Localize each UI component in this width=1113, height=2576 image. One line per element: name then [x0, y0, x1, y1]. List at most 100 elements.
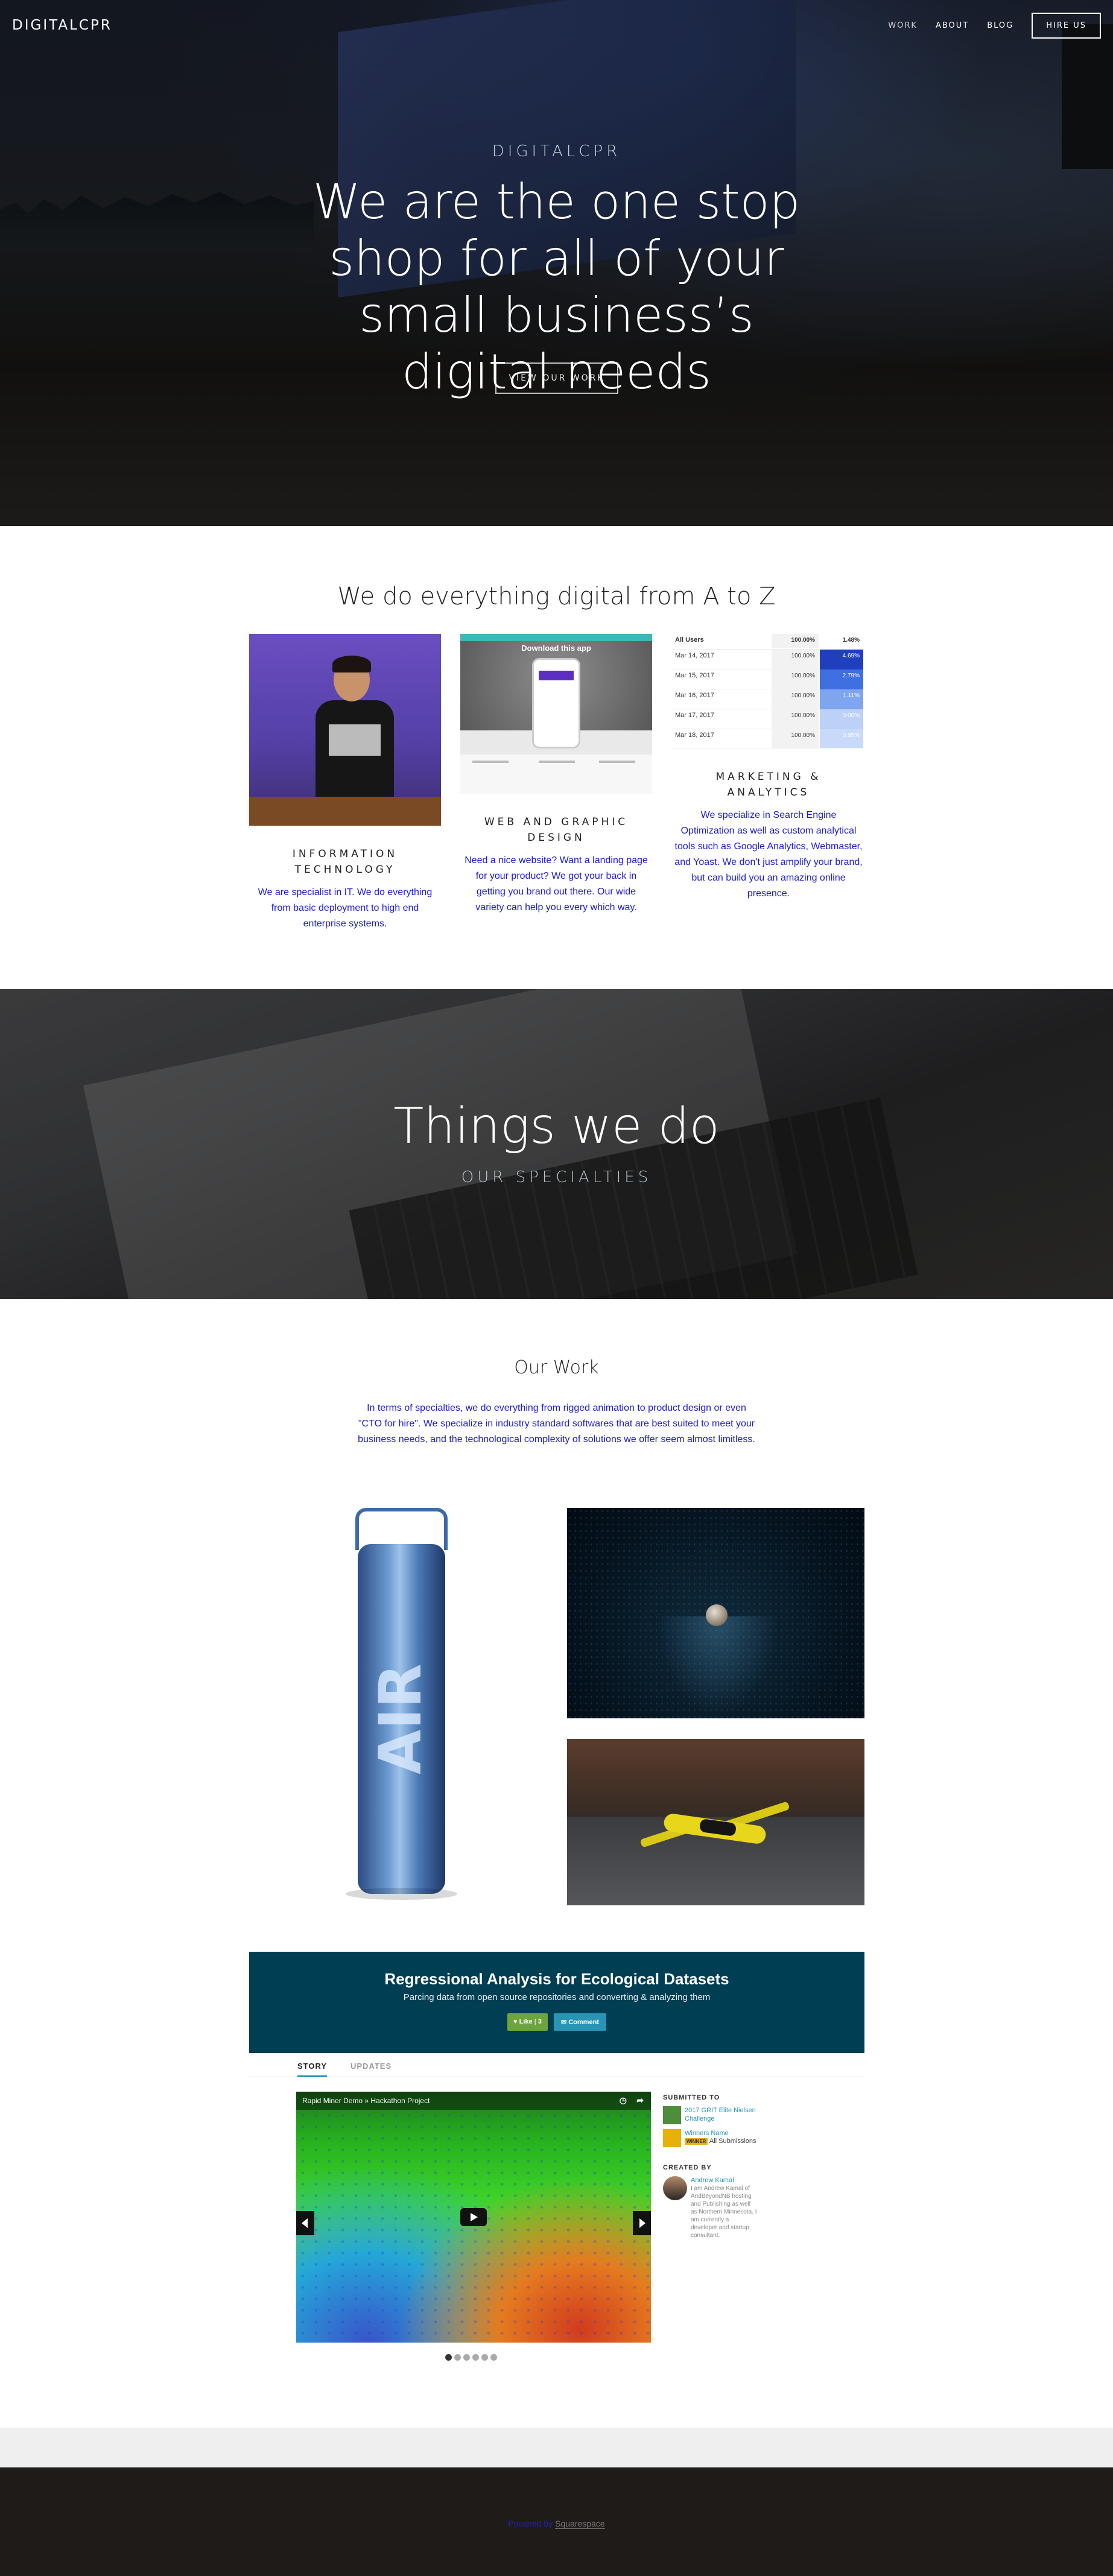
analytics-header-pct: 100.00% [772, 634, 819, 648]
video-title: Rapid Miner Demo » Hackathon Project [302, 2097, 430, 2105]
submission-item[interactable]: 2017 GRIT Elite Nielsen Challenge [663, 2106, 784, 2124]
service-marketing-text: We specialize in Search Engine Optimizat… [674, 810, 863, 899]
hire-us-button[interactable]: HIRE US [1032, 12, 1101, 39]
view-our-work-button[interactable]: VIEW OUR WORK [495, 362, 618, 394]
pager-dot[interactable] [490, 2354, 497, 2361]
analytics-row-pct: 100.00% [772, 709, 819, 729]
drone-render [639, 1801, 790, 1853]
analytics-header-val: 1.48% [842, 637, 860, 644]
analytics-row-value: 1.11% [820, 689, 863, 709]
analytics-row-date: Mar 17, 2017 [675, 712, 714, 719]
service-web: Download this app WEB AND GRAPHIC DESIGN… [460, 634, 652, 916]
speaker-hair [332, 656, 371, 672]
comment-button[interactable]: ✉ Comment [553, 2013, 606, 2031]
analytics-row: Mar 15, 2017 100.00% 2.79% [673, 669, 864, 689]
nav-about[interactable]: ABOUT [936, 21, 969, 30]
like-count: 3 [537, 2018, 542, 2025]
site-logo[interactable]: DIGITALCPR [12, 17, 112, 33]
devpost-subtitle: Parcing data from open source repositori… [403, 1992, 711, 2002]
devpost-embed: Regressional Analysis for Ecological Dat… [249, 1952, 864, 2413]
canister-shadow [346, 1888, 457, 1900]
pager-dot[interactable] [472, 2354, 479, 2361]
devpost-banner: Regressional Analysis for Ecological Dat… [249, 1952, 864, 2053]
service-it: INFORMATION TECHNOLOGY We are specialist… [249, 634, 441, 932]
squarespace-link[interactable]: Squarespace [555, 2519, 605, 2529]
submitted-heading: SUBMITTED TO [663, 2094, 720, 2101]
comment-label: Comment [568, 2019, 599, 2026]
video-carousel[interactable]: Rapid Miner Demo » Hackathon Project ◷ ➦ [296, 2092, 651, 2343]
hero-subtitle: DIGITALCPR [492, 142, 621, 160]
analytics-row-value: 0.95% [820, 729, 863, 748]
like-label: Like [519, 2018, 533, 2025]
footer-spacer [0, 2428, 1113, 2467]
pager-dot[interactable] [481, 2354, 488, 2361]
analytics-row-value: 0.00% [820, 709, 863, 729]
submission-logo [663, 2106, 681, 2124]
analytics-row-pct: 100.00% [772, 650, 819, 669]
work-description: In terms of specialties, we do everythin… [358, 1403, 755, 1445]
mockup-topbar [460, 634, 652, 641]
mockup-headline: Download this app [521, 644, 591, 653]
service-it-text: We are specialist in IT. We do everythin… [258, 887, 433, 929]
service-marketing-title: MARKETING & ANALYTICS [715, 771, 822, 799]
devpost-title: Regressional Analysis for Ecological Dat… [384, 1970, 729, 1988]
powered-by-label: Powered by [508, 2519, 553, 2528]
analytics-row-date: Mar 15, 2017 [675, 672, 714, 679]
analytics-row-value: 2.79% [820, 669, 863, 689]
submission-item[interactable]: Winners Name WINNER All Submissions [663, 2129, 784, 2147]
submission-link[interactable]: 2017 GRIT Elite Nielsen Challenge [685, 2106, 784, 2124]
creator-item: Andrew Kamal I am Andrew Kamal of AndBey… [663, 2176, 784, 2239]
share-icon[interactable]: ➦ [636, 2095, 644, 2106]
creator-name[interactable]: Andrew Kamal [691, 2176, 757, 2185]
service-marketing: All Users 100.00% 1.48% Mar 14, 2017 100.… [673, 634, 864, 902]
analytics-row-value: 4.69% [820, 650, 863, 669]
speaker-figure [316, 656, 394, 809]
analytics-row-pct: 100.00% [772, 729, 819, 748]
submission-link[interactable]: Winners Name [685, 2129, 756, 2138]
specialties-title: Things we do [393, 1098, 720, 1155]
service-web-title: WEB AND GRAPHIC DESIGN [484, 816, 629, 844]
mockup-footer-line [539, 761, 575, 763]
scatter-visualization [296, 2110, 651, 2343]
tab-updates[interactable]: UPDATES [350, 2062, 392, 2071]
devpost-actions: ♥ Like | 3 ✉ Comment [249, 2013, 864, 2031]
nav-blog[interactable]: BLOG [987, 21, 1013, 30]
analytics-row-pct: 100.00% [772, 669, 819, 689]
pager-dot[interactable] [463, 2354, 470, 2361]
canister-illustration: AIR [346, 1508, 457, 1900]
all-submissions-link[interactable]: All Submissions [709, 2138, 756, 2145]
play-icon[interactable] [460, 2208, 487, 2226]
analytics-header-label: All Users [675, 636, 704, 644]
pager-dot[interactable] [454, 2354, 461, 2361]
hero-section: DIGITALCPR We are the one stop shop for … [0, 0, 1113, 526]
devpost-sidebar: SUBMITTED TO 2017 GRIT Elite Nielsen Cha… [663, 2094, 784, 2239]
specialties-banner: Things we do OUR SPECIALTIES [0, 989, 1113, 1299]
clock-icon[interactable]: ◷ [620, 2095, 627, 2106]
work-item-particles[interactable] [567, 1508, 864, 1718]
analytics-row: Mar 16, 2017 100.00% 1.11% [673, 689, 864, 709]
carousel-prev-icon[interactable] [296, 2211, 314, 2235]
avatar[interactable] [663, 2176, 687, 2200]
analytics-row: Mar 18, 2017 100.00% 0.95% [673, 729, 864, 748]
analytics-row-date: Mar 14, 2017 [675, 652, 714, 659]
pager-dot[interactable] [445, 2354, 452, 2361]
podium [249, 797, 441, 826]
analytics-row-date: Mar 16, 2017 [675, 692, 714, 699]
mockup-footer-line [472, 761, 509, 763]
heart-icon: ♥ [513, 2018, 518, 2025]
devpost-tabs: STORY UPDATES [249, 2053, 864, 2077]
analytics-row-date: Mar 18, 2017 [675, 732, 714, 739]
like-button[interactable]: ♥ Like | 3 [507, 2013, 548, 2031]
nav-work[interactable]: WORK [888, 21, 918, 30]
work-item-canister[interactable]: AIR [249, 1508, 547, 1903]
particle-spray [658, 1616, 778, 1718]
specialties-subtitle: OUR SPECIALTIES [461, 1168, 652, 1186]
submission-logo [663, 2129, 681, 2147]
work-item-drone[interactable] [567, 1739, 864, 1905]
tab-story[interactable]: STORY [297, 2062, 328, 2077]
carousel-next-icon[interactable] [633, 2211, 651, 2235]
service-it-image [249, 634, 441, 826]
canister-cage [355, 1508, 448, 1550]
carousel-pager [445, 2354, 497, 2361]
winner-badge: WINNER [685, 2138, 708, 2145]
